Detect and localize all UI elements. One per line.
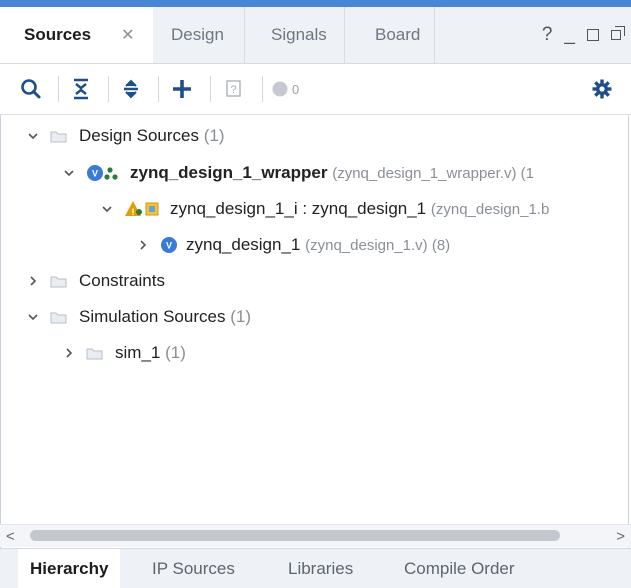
toolbar-divider: [210, 76, 211, 102]
tree-node-label: sim_1: [115, 343, 161, 362]
tab-design-label: Design: [171, 25, 224, 44]
status-indicator[interactable]: 0: [271, 74, 331, 104]
bottom-tab-bar: Hierarchy IP Sources Libraries Compile O…: [0, 548, 631, 588]
folder-icon: [86, 348, 103, 359]
tree-node-design[interactable]: V zynq_design_1 (zynq_design_1.v) (8): [136, 230, 450, 260]
tab-signals[interactable]: Signals: [245, 7, 345, 63]
tab-libraries-label: Libraries: [288, 559, 354, 578]
tab-bar: Sources ✕ Design Signals Board ? _: [0, 7, 631, 64]
tree-node-file: (zynq_design_1.b: [430, 200, 550, 218]
tree-node-count: (1): [203, 126, 225, 145]
tab-hierarchy-label: Hierarchy: [30, 559, 109, 578]
status-count: 0: [292, 81, 300, 97]
window-controls: ? _: [542, 7, 625, 63]
panel-accent-bar: [0, 0, 631, 7]
search-button[interactable]: [16, 74, 46, 104]
folder-icon: [50, 312, 67, 323]
collapse-all-button[interactable]: [66, 74, 96, 104]
folder-icon: [50, 276, 67, 287]
block-design-warning-icon: !: [124, 200, 162, 218]
tab-ip-sources-label: IP Sources: [152, 559, 235, 578]
toolbar-divider: [158, 76, 159, 102]
tab-design[interactable]: Design: [153, 7, 245, 63]
expand-all-button[interactable]: [116, 74, 146, 104]
tree-node-label: zynq_design_1_i : zynq_design_1: [170, 199, 427, 218]
restore-button[interactable]: [611, 26, 625, 42]
gear-icon: [592, 79, 612, 99]
tree-node-sim-1[interactable]: sim_1 (1): [62, 338, 186, 368]
add-icon: [173, 80, 191, 98]
settings-button[interactable]: [587, 74, 617, 104]
scroll-left-button[interactable]: <: [6, 528, 15, 545]
tree-node-label: zynq_design_1: [186, 235, 301, 254]
tree-node-constraints[interactable]: Constraints: [26, 266, 165, 296]
horizontal-scrollbar[interactable]: < >: [0, 524, 631, 547]
tab-libraries[interactable]: Libraries: [288, 549, 353, 588]
verilog-file-icon: V: [160, 236, 178, 254]
help-box-button[interactable]: ?: [219, 74, 249, 104]
tree-node-count: (1): [165, 343, 186, 362]
tab-board-label: Board: [375, 25, 421, 44]
svg-text:?: ?: [230, 84, 236, 96]
tree-node-label: Constraints: [79, 271, 165, 290]
scrollbar-thumb[interactable]: [30, 530, 560, 541]
chevron-down-icon[interactable]: [62, 166, 76, 180]
source-tree: Design Sources (1) V zynq_design_1_wrapp…: [0, 118, 631, 523]
tree-node-simulation-sources[interactable]: Simulation Sources (1): [26, 302, 251, 332]
tree-node-label: Design Sources: [79, 126, 200, 145]
svg-text:V: V: [92, 169, 98, 179]
tree-node-wrapper[interactable]: V zynq_design_1_wrapper (zynq_design_1_w…: [62, 158, 534, 188]
tab-ip-sources[interactable]: IP Sources: [152, 549, 235, 588]
add-sources-button[interactable]: [167, 74, 197, 104]
chevron-down-icon[interactable]: [100, 202, 114, 216]
svg-text:!: !: [132, 207, 135, 217]
svg-text:V: V: [166, 241, 172, 251]
tree-node-design-sources[interactable]: Design Sources (1): [26, 121, 225, 151]
help-box-icon: ?: [226, 80, 241, 97]
tree-node-block-design-instance[interactable]: ! zynq_design_1_i : zynq_design_1 (zynq_…: [100, 194, 549, 224]
tab-sources-label: Sources: [24, 25, 92, 44]
close-icon[interactable]: ✕: [121, 27, 134, 44]
tree-node-label: zynq_design_1_wrapper: [130, 163, 328, 182]
search-icon: [21, 79, 41, 99]
scroll-right-button[interactable]: >: [616, 528, 625, 545]
collapse-all-icon: [74, 78, 88, 100]
minimize-button[interactable]: _: [564, 24, 575, 46]
tab-signals-label: Signals: [271, 25, 327, 44]
expand-all-icon: [124, 79, 138, 99]
tab-compile-order[interactable]: Compile Order: [404, 549, 515, 588]
tree-node-count: (1): [230, 307, 251, 326]
tree-node-file: (zynq_design_1_wrapper.v) (1: [332, 164, 534, 182]
toolbar: ? 0: [0, 64, 631, 115]
maximize-button[interactable]: [587, 29, 599, 41]
verilog-top-icon: V: [86, 164, 122, 182]
tree-node-file: (zynq_design_1.v) (8): [305, 236, 451, 254]
tab-board[interactable]: Board: [345, 7, 435, 63]
toolbar-divider: [108, 76, 109, 102]
tree-node-label: Simulation Sources: [79, 307, 226, 326]
chevron-right-icon[interactable]: [62, 346, 76, 360]
chevron-right-icon[interactable]: [26, 274, 40, 288]
toolbar-divider: [262, 76, 263, 102]
chevron-down-icon[interactable]: [26, 129, 40, 143]
chevron-down-icon[interactable]: [26, 310, 40, 324]
tab-compile-order-label: Compile Order: [404, 559, 515, 578]
status-dot-icon: [272, 81, 288, 97]
help-button[interactable]: ?: [542, 24, 553, 46]
chevron-right-icon[interactable]: [136, 238, 150, 252]
tab-sources[interactable]: Sources ✕: [0, 7, 153, 63]
tab-hierarchy[interactable]: Hierarchy: [18, 549, 121, 588]
toolbar-divider: [58, 76, 59, 102]
folder-icon: [50, 131, 67, 142]
